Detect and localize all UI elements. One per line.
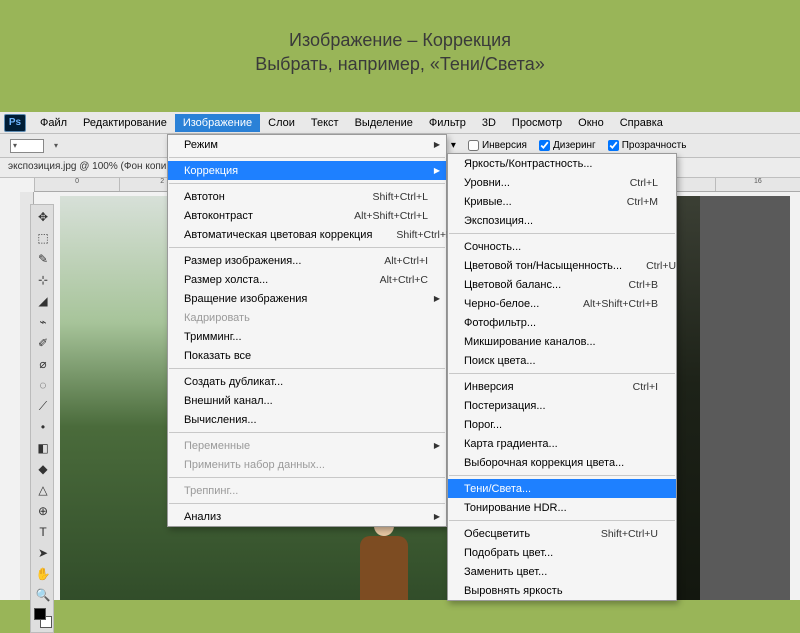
tool-6[interactable]: ✐ — [33, 334, 53, 352]
adjustments-item[interactable]: Микширование каналов... — [448, 332, 676, 351]
inverse-checkbox[interactable]: Инверсия — [468, 140, 527, 151]
image-menu-item[interactable]: АвтотонShift+Ctrl+L — [168, 187, 446, 206]
menubar-item-файл[interactable]: Файл — [32, 114, 75, 132]
image-menu-item: Переменные — [168, 436, 446, 455]
image-menu-item[interactable]: Автоматическая цветовая коррекцияShift+C… — [168, 225, 446, 244]
menubar-item-3d[interactable]: 3D — [474, 114, 504, 132]
adjustments-item[interactable]: Цветовой баланс...Ctrl+B — [448, 275, 676, 294]
menubar-item-выделение[interactable]: Выделение — [347, 114, 421, 132]
tool-9[interactable]: ⟋ — [33, 397, 53, 415]
tool-13[interactable]: △ — [33, 481, 53, 499]
tool-1[interactable]: ⬚ — [33, 229, 53, 247]
tool-17[interactable]: ✋ — [33, 565, 53, 583]
color-swatches[interactable] — [33, 607, 53, 629]
menubar-item-текст[interactable]: Текст — [303, 114, 347, 132]
zoom-dropdown-icon[interactable]: ▾ — [451, 140, 456, 151]
image-menu-item[interactable]: Вращение изображения — [168, 289, 446, 308]
tool-11[interactable]: ◧ — [33, 439, 53, 457]
adjustments-item[interactable]: Черно-белое...Alt+Shift+Ctrl+B — [448, 294, 676, 313]
image-menu-item[interactable]: АвтоконтрастAlt+Shift+Ctrl+L — [168, 206, 446, 225]
adjustments-item[interactable]: Постеризация... — [448, 396, 676, 415]
tool-8[interactable]: ◌ — [33, 376, 53, 394]
tool-18[interactable]: 🔍 — [33, 586, 53, 604]
slide-title-line1: Изображение – Коррекция — [0, 28, 800, 52]
tool-0[interactable]: ✥ — [33, 208, 53, 226]
menubar: Ps ФайлРедактированиеИзображениеСлоиТекс… — [0, 112, 800, 134]
adjustments-item[interactable]: ИнверсияCtrl+I — [448, 377, 676, 396]
image-menu-item[interactable]: Вычисления... — [168, 410, 446, 429]
image-menu-item[interactable]: Размер изображения...Alt+Ctrl+I — [168, 251, 446, 270]
image-menu-item[interactable]: Показать все — [168, 346, 446, 365]
transparency-checkbox[interactable]: Прозрачность — [608, 140, 687, 151]
tools-panel: ✥ ⬚ ✎ ⊹ ◢ ⌁ ✐ ⌀ ◌ ⟋ • ◧ ◆ △ ⊕ T ➤ ✋ 🔍 — [30, 204, 54, 633]
adjustments-item[interactable]: Поиск цвета... — [448, 351, 676, 370]
menubar-item-слои[interactable]: Слои — [260, 114, 303, 132]
menubar-item-изображение[interactable]: Изображение — [175, 114, 260, 132]
adjustments-item[interactable]: Выровнять яркость — [448, 581, 676, 600]
adjustments-item[interactable]: Сочность... — [448, 237, 676, 256]
image-menu-item: Треппинг... — [168, 481, 446, 500]
menubar-item-просмотр[interactable]: Просмотр — [504, 114, 570, 132]
adjustments-item[interactable]: Карта градиента... — [448, 434, 676, 453]
image-menu-item[interactable]: Анализ — [168, 507, 446, 526]
image-menu: Режим Коррекция АвтотонShift+Ctrl+LАвтокон… — [167, 134, 447, 527]
image-menu-item[interactable]: Создать дубликат... — [168, 372, 446, 391]
slide-title: Изображение – Коррекция Выбрать, наприме… — [0, 0, 800, 119]
adjustments-item[interactable]: ОбесцветитьShift+Ctrl+U — [448, 524, 676, 543]
adjustments-item[interactable]: Выборочная коррекция цвета... — [448, 453, 676, 472]
tool-12[interactable]: ◆ — [33, 460, 53, 478]
image-menu-item[interactable]: Внешний канал... — [168, 391, 446, 410]
picker-dropdown-icon[interactable] — [52, 140, 58, 151]
tool-2[interactable]: ✎ — [33, 250, 53, 268]
menubar-item-фильтр[interactable]: Фильтр — [421, 114, 474, 132]
adjustments-item[interactable]: Заменить цвет... — [448, 562, 676, 581]
image-menu-item[interactable]: Тримминг... — [168, 327, 446, 346]
adjustments-item[interactable]: Тени/Света... — [448, 479, 676, 498]
tool-10[interactable]: • — [33, 418, 53, 436]
image-menu-item[interactable]: Коррекция — [168, 161, 446, 180]
adjustments-item[interactable]: Цветовой тон/Насыщенность...Ctrl+U — [448, 256, 676, 275]
image-menu-item[interactable]: Размер холста...Alt+Ctrl+C — [168, 270, 446, 289]
adjustments-item[interactable]: Уровни...Ctrl+L — [448, 173, 676, 192]
image-menu-item[interactable]: Режим — [168, 135, 446, 154]
adjustments-item[interactable]: Порог... — [448, 415, 676, 434]
tool-15[interactable]: T — [33, 523, 53, 541]
photoshop-window: Ps ФайлРедактированиеИзображениеСлоиТекс… — [0, 112, 800, 600]
adjustments-item[interactable]: Подобрать цвет... — [448, 543, 676, 562]
tool-7[interactable]: ⌀ — [33, 355, 53, 373]
tool-14[interactable]: ⊕ — [33, 502, 53, 520]
app-logo: Ps — [4, 114, 26, 132]
menubar-item-окно[interactable]: Окно — [570, 114, 612, 132]
tool-5[interactable]: ⌁ — [33, 313, 53, 331]
adjustments-item[interactable]: Экспозиция... — [448, 211, 676, 230]
adjustments-submenu: Яркость/Контрастность...Уровни...Ctrl+LК… — [447, 153, 677, 601]
adjustments-item[interactable]: Яркость/Контрастность... — [448, 154, 676, 173]
menubar-item-справка[interactable]: Справка — [612, 114, 671, 132]
image-menu-item: Кадрировать — [168, 308, 446, 327]
photo-person — [360, 536, 408, 600]
foreground-swatch-dropdown[interactable] — [10, 139, 44, 153]
tool-4[interactable]: ◢ — [33, 292, 53, 310]
tool-3[interactable]: ⊹ — [33, 271, 53, 289]
adjustments-item[interactable]: Тонирование HDR... — [448, 498, 676, 517]
image-menu-item: Применить набор данных... — [168, 455, 446, 474]
adjustments-item[interactable]: Фотофильтр... — [448, 313, 676, 332]
tool-16[interactable]: ➤ — [33, 544, 53, 562]
menubar-item-редактирование[interactable]: Редактирование — [75, 114, 175, 132]
slide-title-line2: Выбрать, например, «Тени/Света» — [0, 52, 800, 76]
dithering-checkbox[interactable]: Дизеринг — [539, 140, 596, 151]
adjustments-item[interactable]: Кривые...Ctrl+M — [448, 192, 676, 211]
